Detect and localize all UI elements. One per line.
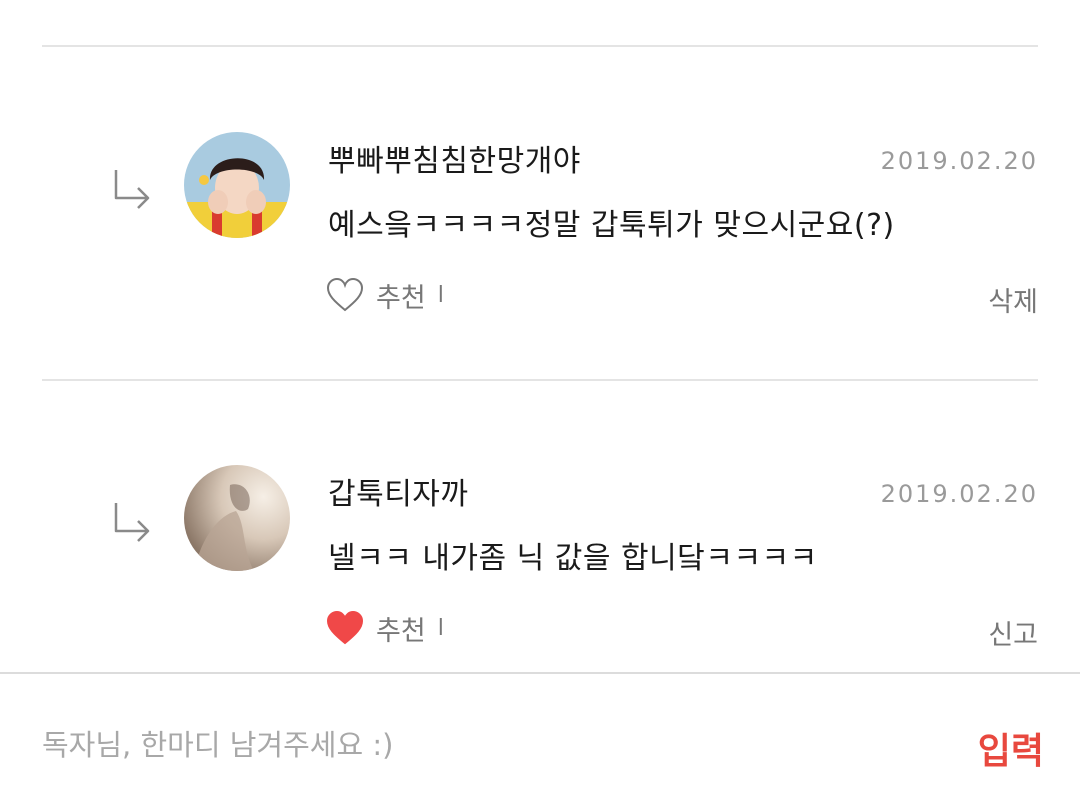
- comment-text: 예스읔ㅋㅋㅋㅋ정말 갑툭튀가 맞으시군요(?): [328, 208, 895, 243]
- heart-filled-icon: [326, 610, 364, 646]
- heart-outline-icon: [326, 277, 364, 313]
- like-count-separator: l: [437, 615, 444, 641]
- like-label: 추천: [376, 615, 426, 647]
- like-button[interactable]: 추천 l: [326, 608, 444, 648]
- comment-text: 넬ㅋㅋ 내가좀 닉 값을 합니닼ㅋㅋㅋㅋ: [328, 541, 818, 576]
- comment-author: 뿌빠뿌침침한망개야: [328, 144, 581, 179]
- submit-button[interactable]: 입력: [978, 722, 1044, 774]
- like-label: 추천: [376, 282, 426, 314]
- comment-date: 2019.02.20: [880, 147, 1038, 175]
- like-count-separator: l: [437, 282, 444, 308]
- delete-button[interactable]: 삭제: [988, 280, 1038, 319]
- reply-arrow-icon: [110, 166, 154, 210]
- comment-input[interactable]: [42, 722, 922, 768]
- comment-item: 갑툭티자까 2019.02.20 넬ㅋㅋ 내가좀 닉 값을 합니닼ㅋㅋㅋㅋ 추천…: [0, 333, 1080, 651]
- avatar[interactable]: [184, 465, 290, 571]
- comment-page: 뿌빠뿌침침한망개야 2019.02.20 예스읔ㅋㅋㅋㅋ정말 갑툭튀가 맞으시군…: [0, 0, 1080, 810]
- avatar[interactable]: [184, 132, 290, 238]
- report-button[interactable]: 신고: [988, 613, 1038, 652]
- like-button[interactable]: 추천 l: [326, 275, 444, 315]
- comment-author: 갑툭티자까: [328, 477, 469, 512]
- comment-item: 뿌빠뿌침침한망개야 2019.02.20 예스읔ㅋㅋㅋㅋ정말 갑툭튀가 맞으시군…: [0, 0, 1080, 318]
- reply-arrow-icon: [110, 499, 154, 543]
- comment-date: 2019.02.20: [880, 480, 1038, 508]
- comment-input-bar: 입력: [0, 672, 1080, 810]
